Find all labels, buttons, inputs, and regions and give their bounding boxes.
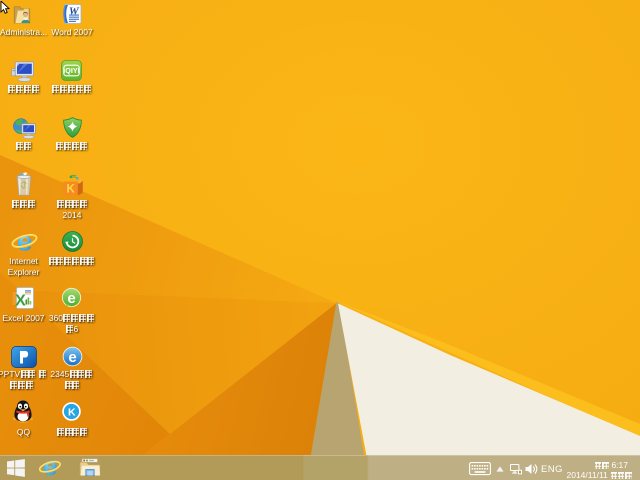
svg-text:e: e [17, 228, 33, 253]
svg-text:X: X [15, 293, 26, 310]
svg-text:W: W [69, 6, 80, 18]
svg-text:K: K [67, 184, 76, 196]
svg-text:e: e [67, 290, 75, 307]
svg-text:e: e [68, 349, 76, 366]
svg-text:e: e [43, 456, 57, 478]
svg-text:K: K [68, 406, 76, 418]
svg-text:iQIYI: iQIYI [63, 66, 79, 75]
